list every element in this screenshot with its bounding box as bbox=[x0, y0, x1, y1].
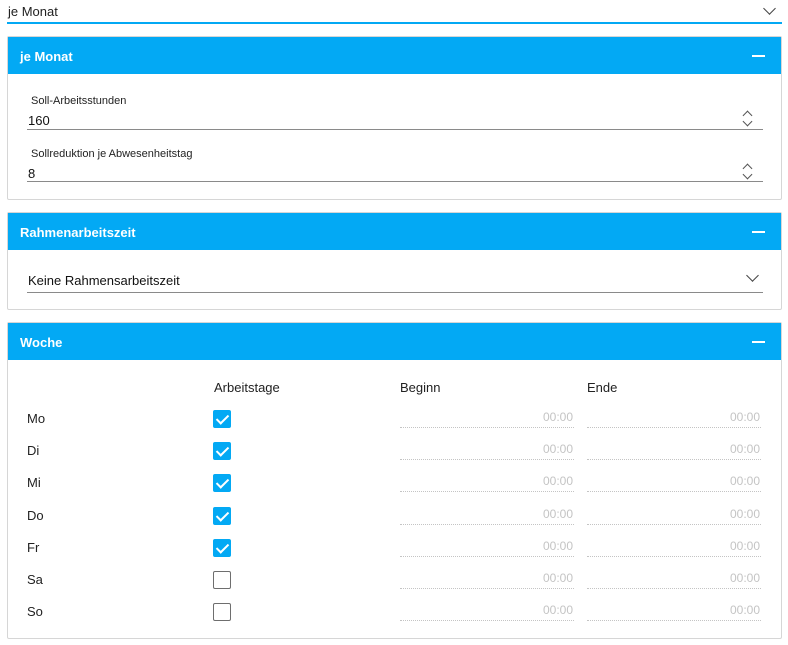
collapse-icon[interactable] bbox=[752, 55, 765, 57]
panel-week: Woche Arbeitstage Beginn Ende Mo 00:00 0… bbox=[7, 322, 782, 639]
begin-time-input[interactable]: 00:00 bbox=[400, 537, 574, 557]
workday-checkbox-do[interactable] bbox=[213, 507, 231, 525]
target-hours-label: Soll-Arbeitsstunden bbox=[31, 95, 127, 107]
number-stepper-icon[interactable] bbox=[742, 163, 754, 181]
end-time-input[interactable]: 00:00 bbox=[587, 472, 761, 492]
begin-time-input[interactable]: 00:00 bbox=[400, 505, 574, 525]
period-select[interactable]: je Monat bbox=[7, 0, 782, 24]
frame-time-select[interactable]: Keine Rahmensarbeitszeit bbox=[27, 268, 763, 293]
panel-frame-title: Rahmenarbeitszeit bbox=[20, 225, 136, 240]
workday-checkbox-di[interactable] bbox=[213, 442, 231, 460]
end-time-input[interactable]: 00:00 bbox=[587, 537, 761, 557]
absence-reduction-value: 8 bbox=[28, 166, 36, 181]
panel-frame-header[interactable]: Rahmenarbeitszeit bbox=[8, 213, 781, 250]
begin-time-input[interactable]: 00:00 bbox=[400, 601, 574, 621]
number-stepper-icon[interactable] bbox=[742, 110, 754, 128]
workday-checkbox-mo[interactable] bbox=[213, 410, 231, 428]
column-header-end: Ende bbox=[587, 380, 618, 395]
workday-checkbox-so[interactable] bbox=[213, 603, 231, 621]
absence-reduction-field[interactable]: Sollreduktion je Abwesenheitstag 8 bbox=[27, 145, 763, 182]
panel-week-title: Woche bbox=[20, 335, 63, 350]
target-hours-field[interactable]: Soll-Arbeitsstunden 160 bbox=[27, 93, 763, 130]
day-label: Sa bbox=[27, 572, 43, 587]
collapse-icon[interactable] bbox=[752, 231, 765, 233]
end-time-input[interactable]: 00:00 bbox=[587, 408, 761, 428]
day-label: So bbox=[27, 604, 43, 619]
period-select-value: je Monat bbox=[8, 4, 58, 19]
day-label: Do bbox=[27, 508, 44, 523]
end-time-input[interactable]: 00:00 bbox=[587, 569, 761, 589]
begin-time-input[interactable]: 00:00 bbox=[400, 569, 574, 589]
panel-month-header[interactable]: je Monat bbox=[8, 37, 781, 74]
begin-time-input[interactable]: 00:00 bbox=[400, 440, 574, 460]
day-label: Mo bbox=[27, 411, 46, 426]
workday-checkbox-fr[interactable] bbox=[213, 539, 231, 557]
panel-week-header[interactable]: Woche bbox=[8, 323, 781, 360]
panel-month-title: je Monat bbox=[20, 49, 73, 64]
workday-checkbox-mi[interactable] bbox=[213, 474, 231, 492]
workday-checkbox-sa[interactable] bbox=[213, 571, 231, 589]
panel-frame-time: Rahmenarbeitszeit Keine Rahmensarbeitsze… bbox=[7, 212, 782, 310]
column-header-begin: Beginn bbox=[400, 380, 441, 395]
panel-month: je Monat Soll-Arbeitsstunden 160 Sollred… bbox=[7, 36, 782, 200]
column-header-workdays: Arbeitstage bbox=[214, 380, 280, 395]
day-label: Mi bbox=[27, 475, 41, 490]
end-time-input[interactable]: 00:00 bbox=[587, 601, 761, 621]
frame-time-select-value: Keine Rahmensarbeitszeit bbox=[28, 273, 180, 288]
chevron-down-icon bbox=[763, 2, 776, 15]
end-time-input[interactable]: 00:00 bbox=[587, 505, 761, 525]
absence-reduction-label: Sollreduktion je Abwesenheitstag bbox=[31, 148, 193, 160]
end-time-input[interactable]: 00:00 bbox=[587, 440, 761, 460]
day-label: Fr bbox=[27, 540, 40, 555]
begin-time-input[interactable]: 00:00 bbox=[400, 472, 574, 492]
collapse-icon[interactable] bbox=[752, 341, 765, 343]
day-label: Di bbox=[27, 443, 40, 458]
begin-time-input[interactable]: 00:00 bbox=[400, 408, 574, 428]
chevron-down-icon bbox=[746, 269, 759, 282]
target-hours-value: 160 bbox=[28, 113, 50, 128]
